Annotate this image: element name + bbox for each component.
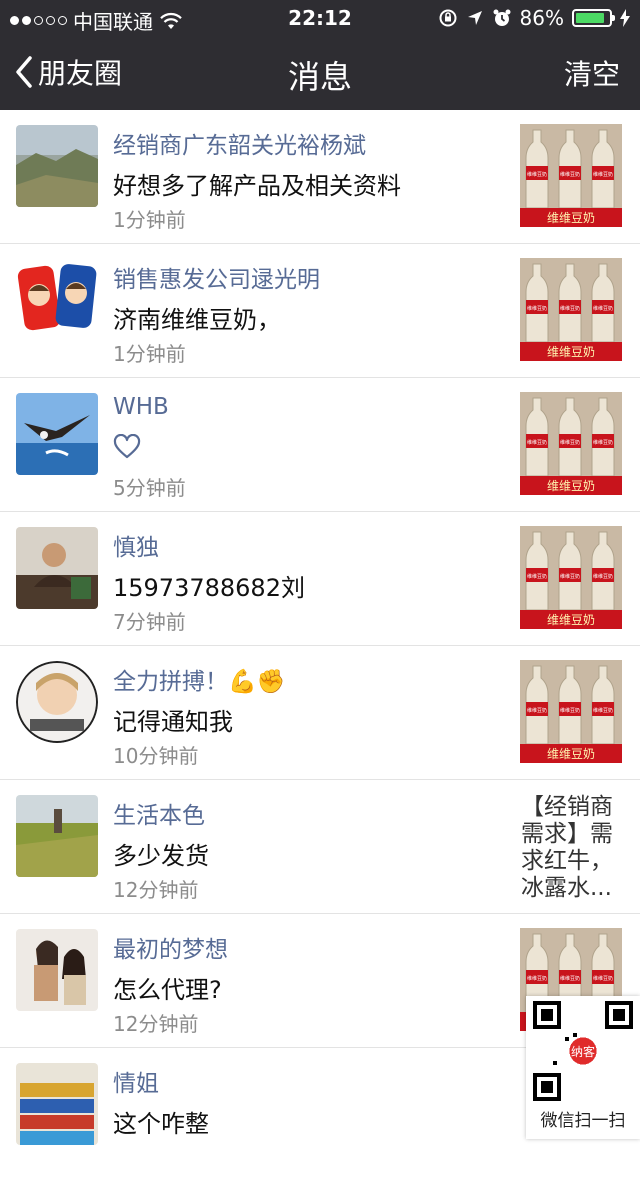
message-time: 12分钟前 — [113, 878, 199, 902]
bottle-label: 维维豆奶 — [560, 439, 580, 446]
avatar[interactable] — [16, 259, 98, 341]
like-indicator — [113, 433, 141, 466]
bottle-label: 维维豆奶 — [560, 171, 580, 178]
bottle-label: 维维豆奶 — [527, 707, 547, 714]
message-row[interactable]: 慎独 15973788682刘 7分钟前 维维豆奶 维维豆奶 维维豆奶 维维豆奶 — [0, 512, 640, 646]
product-image: 维维豆奶维维豆奶维维豆奶维维豆奶 — [520, 526, 622, 629]
avatar[interactable] — [16, 393, 98, 475]
bottle-label: 维维豆奶 — [527, 573, 547, 580]
message-row[interactable]: 经销商广东韶关光裕杨斌 好想多了解产品及相关资料 1分钟前 维维豆奶 维维豆奶 维维… — [0, 110, 640, 244]
status-right: 86% — [438, 6, 630, 30]
clear-button[interactable]: 清空 — [564, 53, 620, 93]
status-bar: 中国联通 22:12 86% — [0, 0, 640, 36]
product-thumbnail[interactable]: 维维豆奶维维豆奶维维豆奶维维豆奶 — [520, 660, 622, 763]
bottle-label: 维维豆奶 — [527, 975, 547, 982]
bottle-label: 维维豆奶 — [560, 305, 580, 312]
bottle-label: 维维豆奶 — [560, 975, 580, 982]
bottle-label: 维维豆奶 — [527, 305, 547, 312]
product-image: 维维豆奶维维豆奶维维豆奶维维豆奶 — [520, 660, 622, 763]
bottle-label: 维维豆奶 — [593, 305, 613, 312]
sender-name[interactable]: 经销商广东韶关光裕杨斌 — [113, 126, 366, 160]
message-row[interactable]: WHB 5分钟前 维维豆奶 维维豆奶 维维豆奶 维维豆奶 — [0, 378, 640, 512]
avatar[interactable] — [16, 125, 98, 207]
bottle-label: 维维豆奶 — [560, 707, 580, 714]
bottle-label: 维维豆奶 — [593, 975, 613, 982]
message-text: 济南维维豆奶， — [113, 306, 281, 334]
avatar[interactable] — [16, 1063, 98, 1145]
avatar[interactable] — [16, 527, 98, 609]
sender-name[interactable]: 慎独 — [113, 528, 159, 562]
message-text: 好想多了解产品及相关资料 — [113, 172, 401, 200]
qr-code: 纳客 — [533, 1001, 633, 1101]
message-time: 12分钟前 — [113, 1012, 199, 1036]
product-image: 维维豆奶维维豆奶维维豆奶维维豆奶 — [520, 124, 622, 227]
avatar[interactable] — [16, 929, 98, 1011]
sender-name[interactable]: 生活本色 — [113, 796, 205, 830]
battery-level — [576, 13, 604, 23]
battery-icon — [572, 9, 615, 27]
message-row[interactable]: 销售惠发公司逯光明 济南维维豆奶， 1分钟前 维维豆奶 维维豆奶 维维豆奶 维维豆奶 — [0, 244, 640, 378]
product-label: 维维豆奶 — [547, 345, 595, 359]
sender-name[interactable]: 全力拼搏！💪✊ — [113, 662, 285, 696]
product-label: 维维豆奶 — [547, 613, 595, 627]
message-time: 1分钟前 — [113, 342, 186, 366]
battery-percent: 86% — [519, 6, 564, 30]
message-text: 这个咋整 — [113, 1110, 209, 1138]
location-icon — [467, 11, 482, 25]
message-time: 1分钟前 — [113, 208, 186, 232]
message-text: 怎么代理? — [113, 976, 222, 1004]
product-label: 维维豆奶 — [547, 211, 595, 225]
message-text: 15973788682刘 — [113, 574, 305, 602]
qr-code-overlay[interactable]: 纳客 微信扫一扫 — [526, 996, 640, 1139]
bottle-label: 维维豆奶 — [593, 707, 613, 714]
message-time: 10分钟前 — [113, 744, 199, 768]
message-row[interactable]: 全力拼搏！💪✊ 记得通知我 10分钟前 维维豆奶 维维豆奶 维维豆奶 维维豆奶 — [0, 646, 640, 780]
sender-name[interactable]: 情姐 — [113, 1064, 159, 1098]
avatar[interactable] — [16, 661, 98, 743]
alarm-icon — [493, 9, 511, 26]
page-title: 消息 — [287, 58, 352, 96]
product-thumbnail[interactable]: 维维豆奶维维豆奶维维豆奶维维豆奶 — [520, 392, 622, 495]
product-label: 维维豆奶 — [547, 479, 595, 493]
message-time: 5分钟前 — [113, 476, 186, 500]
post-preview-text[interactable]: 【经销商需求】需求红牛，冰露水... — [521, 794, 621, 902]
product-thumbnail[interactable]: 维维豆奶维维豆奶维维豆奶维维豆奶 — [520, 124, 622, 227]
product-label: 维维豆奶 — [547, 747, 595, 761]
product-image: 维维豆奶维维豆奶维维豆奶维维豆奶 — [520, 392, 622, 495]
qr-badge-label: 纳客 — [571, 1044, 595, 1059]
navigation-bar: 朋友圈 消息 清空 — [0, 36, 640, 110]
charging-icon — [620, 9, 630, 27]
orientation-lock-icon — [439, 9, 457, 27]
message-time: 7分钟前 — [113, 610, 186, 634]
bottle-label: 维维豆奶 — [593, 573, 613, 580]
qr-caption: 微信扫一扫 — [540, 1111, 626, 1131]
message-row[interactable]: 生活本色 多少发货 12分钟前 【经销商需求】需求红牛，冰露水... — [0, 780, 640, 914]
sender-name[interactable]: 最初的梦想 — [113, 930, 228, 964]
product-thumbnail[interactable]: 维维豆奶维维豆奶维维豆奶维维豆奶 — [520, 526, 622, 629]
sender-name[interactable]: 销售惠发公司逯光明 — [113, 260, 320, 294]
avatar[interactable] — [16, 795, 98, 877]
product-thumbnail[interactable]: 维维豆奶维维豆奶维维豆奶维维豆奶 — [520, 258, 622, 361]
bottle-label: 维维豆奶 — [527, 171, 547, 178]
message-text: 多少发货 — [113, 842, 209, 870]
bottle-label: 维维豆奶 — [560, 573, 580, 580]
message-text: 记得通知我 — [113, 708, 233, 736]
product-image: 维维豆奶维维豆奶维维豆奶维维豆奶 — [520, 258, 622, 361]
heart-icon — [113, 433, 141, 459]
sender-name[interactable]: WHB — [113, 394, 169, 420]
bottle-label: 维维豆奶 — [593, 439, 613, 446]
bottle-label: 维维豆奶 — [593, 171, 613, 178]
bottle-label: 维维豆奶 — [527, 439, 547, 446]
